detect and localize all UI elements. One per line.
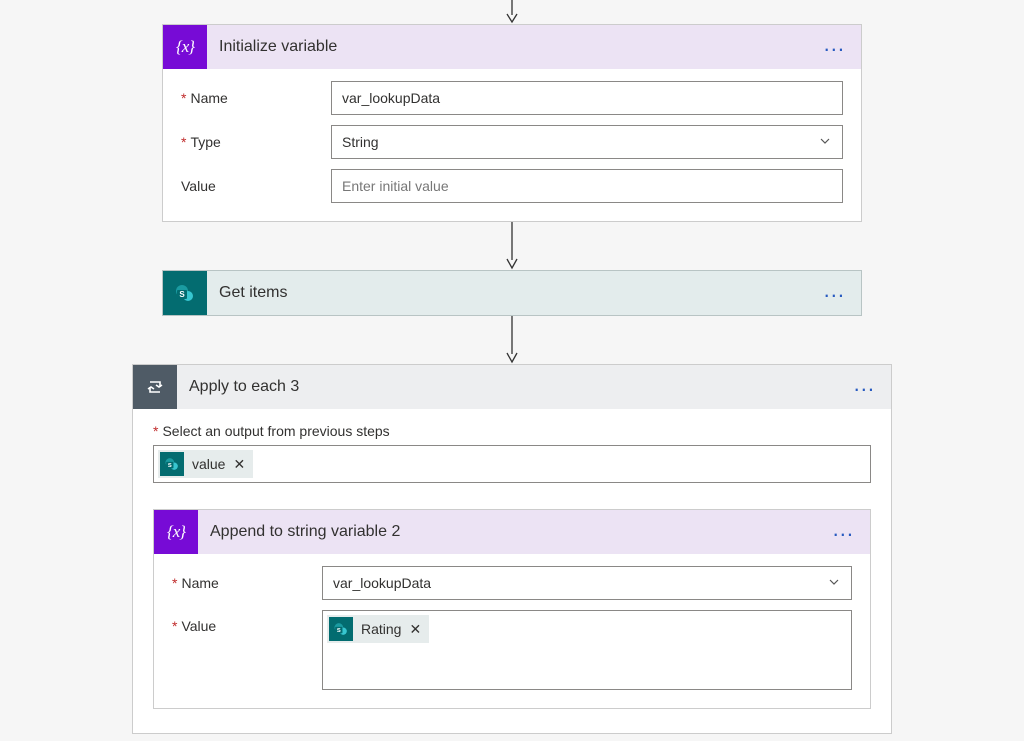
append-string-variable-title: Append to string variable 2 xyxy=(210,523,827,541)
arrow-into-init xyxy=(0,0,1024,24)
arrow-to-getitems xyxy=(0,222,1024,270)
remove-token-icon[interactable]: ✕ xyxy=(233,456,245,473)
sharepoint-icon: S xyxy=(163,271,207,315)
sharepoint-icon: S xyxy=(160,452,184,476)
token-label: value xyxy=(192,456,225,472)
initialize-variable-card: {x} Initialize variable ... *Name *Type … xyxy=(162,24,862,222)
more-menu-icon[interactable]: ... xyxy=(848,384,881,390)
append-string-variable-card: {x} Append to string variable 2 ... *Nam… xyxy=(153,509,871,709)
value-input[interactable] xyxy=(331,169,843,203)
get-items-title: Get items xyxy=(219,284,818,302)
initialize-variable-title: Initialize variable xyxy=(219,38,818,56)
name-label: *Name xyxy=(172,575,322,591)
initialize-variable-header[interactable]: {x} Initialize variable ... xyxy=(163,25,861,69)
value-token-area[interactable]: S Rating ✕ xyxy=(322,610,852,690)
remove-token-icon[interactable]: ✕ xyxy=(409,621,421,638)
select-output-input[interactable]: S value ✕ xyxy=(153,445,871,483)
type-select[interactable]: String xyxy=(331,125,843,159)
apply-to-each-title: Apply to each 3 xyxy=(189,378,848,396)
loop-icon xyxy=(133,365,177,409)
value-token[interactable]: S value ✕ xyxy=(158,450,253,478)
type-selected-value: String xyxy=(342,134,379,150)
variable-icon: {x} xyxy=(154,510,198,554)
svg-text:S: S xyxy=(337,628,341,634)
value-label: *Value xyxy=(172,610,322,634)
rating-token[interactable]: S Rating ✕ xyxy=(327,615,429,643)
arrow-to-applyeach xyxy=(0,316,1024,364)
name-input[interactable] xyxy=(331,81,843,115)
select-output-label: *Select an output from previous steps xyxy=(153,423,871,439)
apply-to-each-card: Apply to each 3 ... *Select an output fr… xyxy=(132,364,892,734)
apply-to-each-header[interactable]: Apply to each 3 ... xyxy=(133,365,891,409)
append-string-variable-header[interactable]: {x} Append to string variable 2 ... xyxy=(154,510,870,554)
token-label: Rating xyxy=(361,621,401,637)
svg-text:S: S xyxy=(179,290,185,299)
value-label: Value xyxy=(181,178,331,194)
type-label: *Type xyxy=(181,134,331,150)
get-items-header[interactable]: S Get items ... xyxy=(163,271,861,315)
variable-icon: {x} xyxy=(163,25,207,69)
chevron-down-icon xyxy=(827,575,841,592)
variable-select[interactable]: var_lookupData xyxy=(322,566,852,600)
svg-text:S: S xyxy=(168,463,172,469)
name-label: *Name xyxy=(181,90,331,106)
more-menu-icon[interactable]: ... xyxy=(827,529,860,535)
variable-selected-value: var_lookupData xyxy=(333,575,431,591)
sharepoint-icon: S xyxy=(329,617,353,641)
more-menu-icon[interactable]: ... xyxy=(818,44,851,50)
more-menu-icon[interactable]: ... xyxy=(818,290,851,296)
get-items-card: S Get items ... xyxy=(162,270,862,316)
chevron-down-icon xyxy=(818,134,832,151)
